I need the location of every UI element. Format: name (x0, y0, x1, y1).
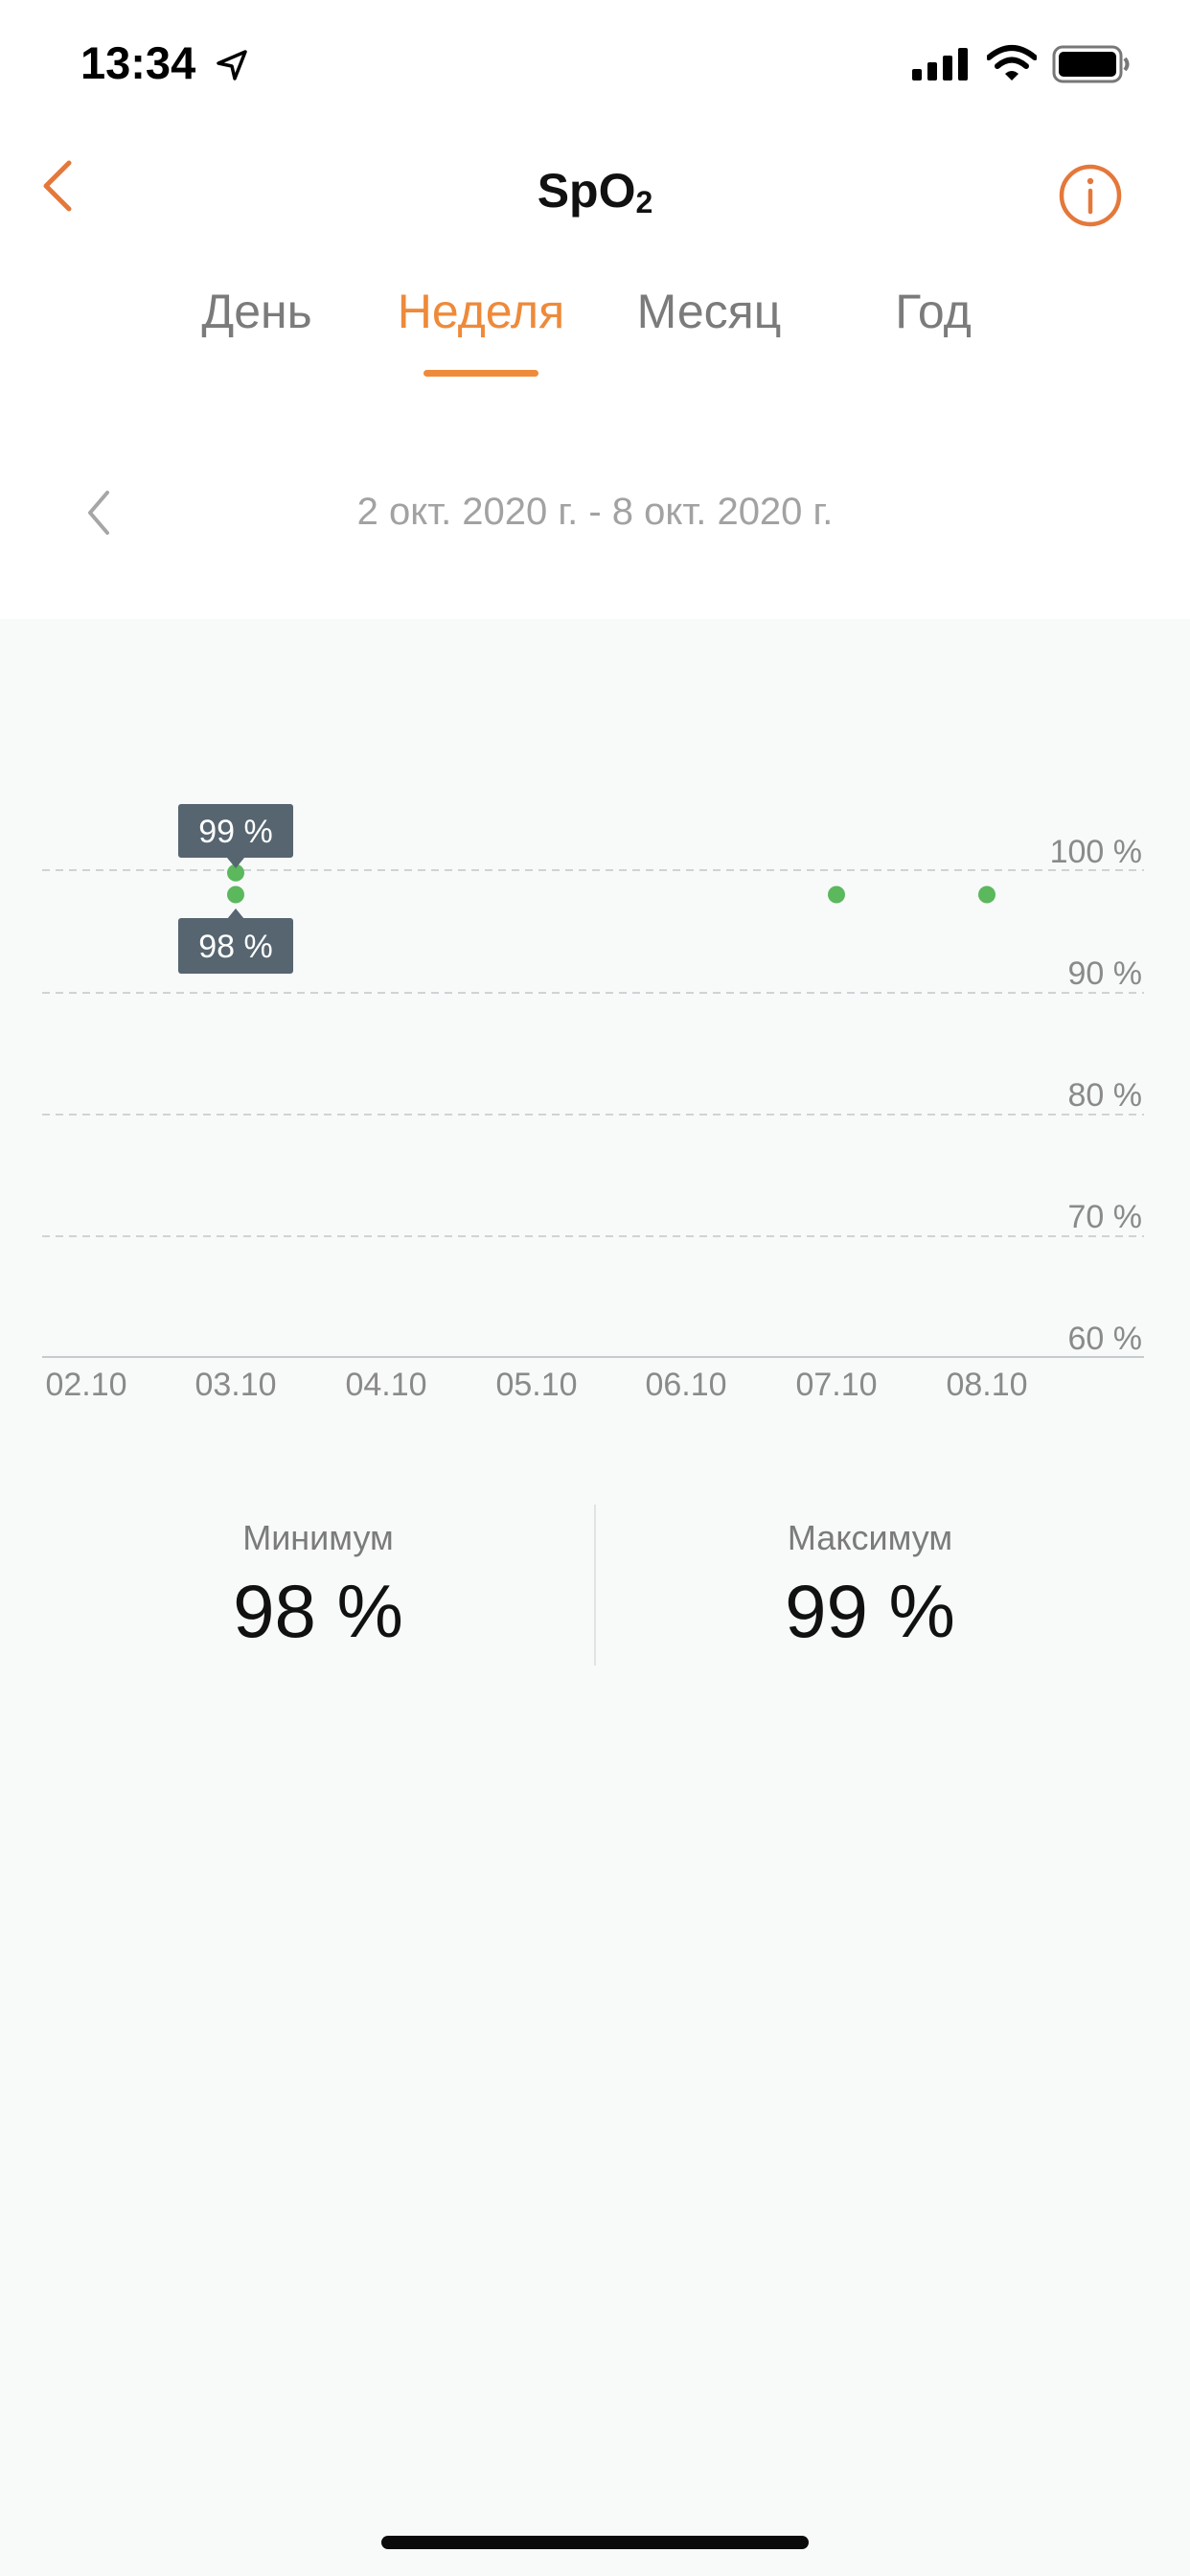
max-label: Максимум (787, 1518, 953, 1557)
max-value: 99 % (785, 1569, 955, 1653)
page-title: SpO2 (537, 164, 653, 219)
min-value: 98 % (233, 1569, 403, 1653)
stats-divider (594, 1505, 596, 1666)
date-range-label: 2 окт. 2020 г. - 8 окт. 2020 г. (356, 491, 834, 533)
tab-week[interactable]: Неделя (385, 284, 577, 339)
tooltip-max-label: 99 % (198, 814, 273, 850)
min-label: Минимум (242, 1518, 394, 1557)
x-tick-label: 02.10 (45, 1367, 126, 1403)
tab-year[interactable]: Год (862, 284, 1004, 339)
x-tick-label: 03.10 (195, 1367, 276, 1403)
y-tick-label: 70 % (1068, 1199, 1143, 1235)
cellular-signal-icon (912, 48, 968, 80)
data-point (828, 886, 845, 904)
battery-icon (1052, 45, 1130, 83)
wifi-icon (987, 45, 1037, 80)
data-point (978, 886, 995, 904)
y-tick-label: 80 % (1068, 1077, 1143, 1114)
tooltip-min-label: 98 % (198, 929, 273, 965)
x-tick-label: 06.10 (645, 1367, 726, 1403)
status-time: 13:34 (80, 37, 196, 88)
x-tick-label: 07.10 (795, 1367, 877, 1403)
data-point (227, 886, 244, 904)
tooltip-min-pointer (227, 908, 244, 919)
y-tick-label: 90 % (1068, 955, 1143, 992)
active-tab-indicator (423, 370, 538, 377)
tab-month[interactable]: Месяц (613, 284, 805, 339)
spo2-chart: 100 % 90 % 80 % 70 % 60 % 02.10 03.10 04.10 05.1… (42, 804, 1144, 1403)
y-tick-label: 60 % (1068, 1321, 1143, 1357)
location-arrow-icon (217, 50, 247, 80)
x-tick-label: 08.10 (946, 1367, 1027, 1403)
x-tick-label: 05.10 (495, 1367, 577, 1403)
info-icon[interactable] (1058, 163, 1123, 228)
y-tick-label: 100 % (1050, 834, 1142, 870)
tab-day[interactable]: День (180, 284, 333, 339)
home-indicator[interactable] (381, 2536, 809, 2549)
x-tick-label: 04.10 (345, 1367, 426, 1403)
